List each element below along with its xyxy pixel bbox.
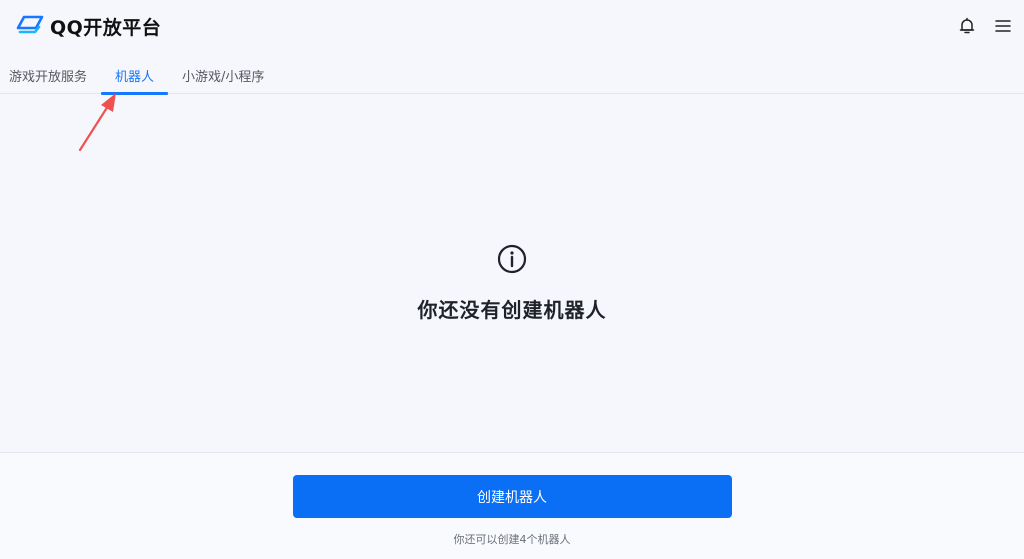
- tab-mini-games[interactable]: 小游戏/小程序: [168, 52, 278, 94]
- qq-platform-logo-icon: [16, 15, 44, 34]
- footer-panel: 创建机器人 你还可以创建4个机器人: [0, 452, 1024, 559]
- robot-quota-text: 你还可以创建4个机器人: [453, 533, 571, 546]
- logo[interactable]: QQ开放平台: [16, 13, 161, 40]
- tab-bar: 游戏开放服务 机器人 小游戏/小程序: [0, 52, 1024, 95]
- bell-icon[interactable]: [958, 17, 976, 35]
- empty-state: 你还没有创建机器人: [0, 94, 1024, 452]
- menu-icon[interactable]: [994, 17, 1012, 35]
- logo-text: QQ开放平台: [50, 16, 162, 39]
- header-actions: [958, 17, 1012, 35]
- top-header: QQ开放平台: [0, 0, 1024, 52]
- create-robot-button[interactable]: 创建机器人: [292, 475, 732, 518]
- info-icon: [497, 244, 527, 274]
- empty-state-title: 你还没有创建机器人: [417, 298, 607, 322]
- page: QQ开放平台 游戏开放服务 机器人 小游戏/小程序 你还没有创建机器人 创建机器…: [0, 0, 1024, 559]
